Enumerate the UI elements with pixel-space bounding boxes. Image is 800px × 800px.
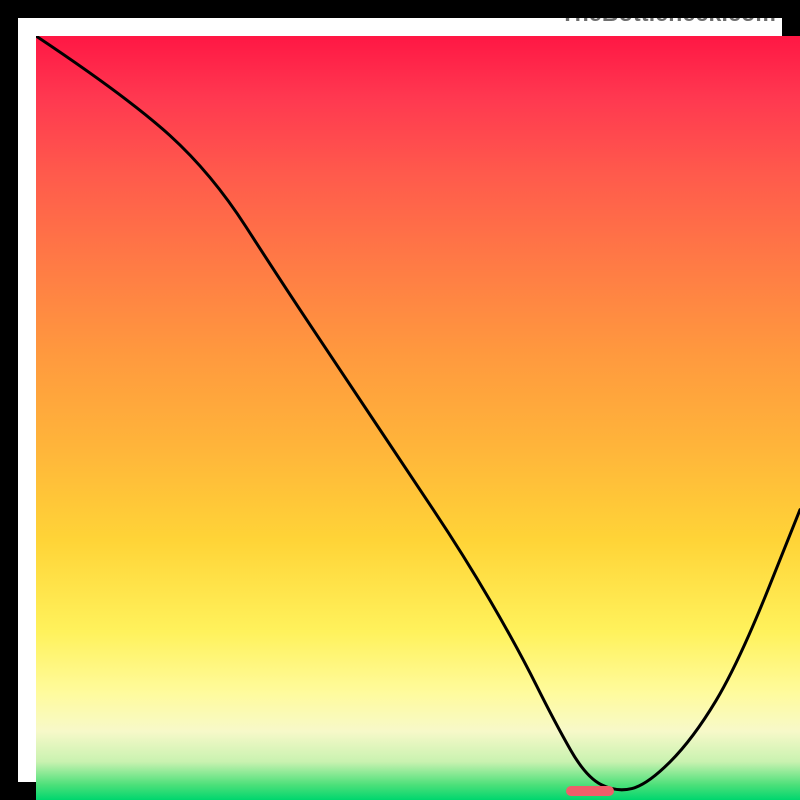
bottleneck-curve	[36, 36, 800, 800]
optimum-marker	[566, 786, 614, 796]
chart-frame	[0, 0, 800, 800]
chart-plot-area	[36, 36, 800, 800]
